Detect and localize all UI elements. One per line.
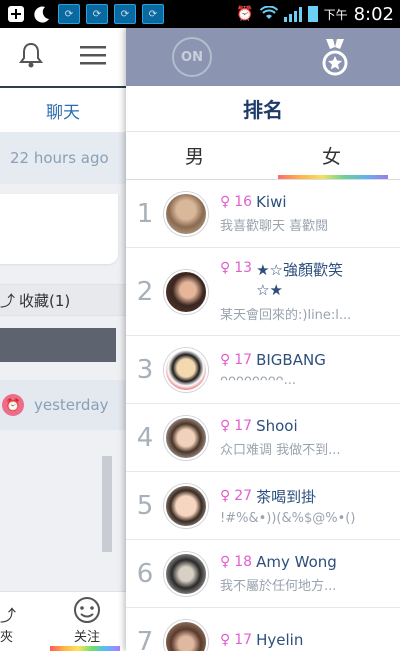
bell-icon[interactable] bbox=[18, 41, 44, 73]
ranking-row[interactable]: 4 ♀ 17 Shooi 众口难调 我做不到... bbox=[126, 404, 400, 472]
ranking-row[interactable]: 1 ♀ 16 Kiwi 我喜歡聊天 喜歡閱 bbox=[126, 180, 400, 248]
rank-number: 3 bbox=[136, 354, 154, 385]
avatar[interactable] bbox=[164, 483, 208, 528]
favorite-button[interactable]: ⤴ 收藏(1) bbox=[0, 284, 126, 316]
chat-message-bubble[interactable] bbox=[0, 194, 118, 264]
scrollbar[interactable] bbox=[102, 456, 112, 552]
share-icon: ⤴ bbox=[0, 606, 17, 625]
ranking-row[interactable]: 2 ♀ 13 ★☆強顏歡笑☆★ 某天會回來的:)line:l... bbox=[126, 248, 400, 336]
favorite-label: 收藏(1) bbox=[19, 291, 71, 310]
age: 16 bbox=[234, 194, 253, 210]
rank-number: 6 bbox=[136, 558, 154, 589]
female-icon: ♀ bbox=[220, 631, 231, 648]
battery-icon bbox=[307, 6, 318, 22]
age: 27 bbox=[234, 488, 253, 504]
alarm-icon: ⏰ bbox=[2, 394, 24, 416]
age: 17 bbox=[234, 352, 253, 368]
ranking-row[interactable]: 5 ♀ 27 茶喝到掛 !#%&•))(&%$@%•() bbox=[126, 472, 400, 540]
smiley-icon bbox=[74, 597, 100, 623]
follow-label: 关注 bbox=[73, 630, 100, 645]
active-tab-indicator bbox=[50, 646, 120, 651]
ranking-row[interactable]: 3 ♀ 17 BIGBANG ᴖᴖᴖᴖᴖᴖᴖᴖ... bbox=[126, 336, 400, 404]
female-icon: ♀ bbox=[220, 260, 231, 276]
gender-tabs: 男 女 bbox=[126, 132, 400, 180]
alarm-clock-icon: ⏰ bbox=[236, 6, 254, 22]
username: Shooi bbox=[256, 417, 298, 435]
avatar[interactable] bbox=[164, 269, 208, 314]
rank-number: 5 bbox=[136, 490, 154, 521]
page-title: 排名 bbox=[126, 86, 400, 132]
rank-number: 7 bbox=[136, 626, 154, 651]
chat-item[interactable]: ⏰ yesterday bbox=[0, 380, 126, 430]
status-message: 众口难调 我做不到... bbox=[220, 443, 341, 458]
panel-header: ON bbox=[126, 28, 400, 86]
notification-icon: ⟳ bbox=[142, 4, 164, 24]
avatar[interactable] bbox=[164, 551, 208, 596]
age: 13 bbox=[234, 260, 253, 276]
bottom-tab-follow[interactable]: 关注 bbox=[62, 596, 112, 645]
bottom-nav: ⤴ 夾 关注 bbox=[0, 591, 126, 651]
username: 茶喝到掛 bbox=[256, 487, 317, 506]
bottom-tab-1-label: 夾 bbox=[0, 630, 14, 645]
age: 18 bbox=[234, 554, 253, 570]
username: Amy Wong bbox=[256, 553, 337, 571]
clock: 8:02 bbox=[353, 3, 394, 25]
moon-icon bbox=[32, 4, 52, 24]
age: 17 bbox=[234, 418, 253, 434]
female-icon: ♀ bbox=[220, 554, 231, 570]
add-icon bbox=[6, 4, 26, 24]
username: Kiwi bbox=[256, 193, 287, 211]
notification-icon: ⟳ bbox=[114, 4, 136, 24]
status-message: 我不屬於任何地方... bbox=[220, 579, 337, 594]
share-icon: ⤴ bbox=[0, 291, 16, 310]
tab-female[interactable]: 女 bbox=[263, 132, 400, 179]
wifi-icon bbox=[259, 5, 278, 24]
active-tab-indicator bbox=[278, 175, 388, 179]
username: Hyelin bbox=[256, 630, 304, 649]
status-message: !#%&•))(&%$@%•() bbox=[220, 510, 356, 526]
status-bar: ⟳ ⟳ ⟳ ⟳ ⏰ 下午 8:02 bbox=[0, 0, 400, 28]
username: BIGBANG bbox=[256, 351, 326, 369]
female-icon: ♀ bbox=[220, 418, 231, 434]
username: ★☆強顏歡笑☆★ bbox=[256, 261, 343, 299]
ranking-row[interactable]: 6 ♀ 18 Amy Wong 我不屬於任何地方... bbox=[126, 540, 400, 608]
medal-icon[interactable] bbox=[318, 37, 352, 77]
avatar[interactable] bbox=[164, 191, 208, 236]
chat-timestamp: yesterday bbox=[34, 396, 109, 414]
ranking-row[interactable]: 7 ♀ 17 Hyelin bbox=[126, 608, 400, 651]
rank-number: 2 bbox=[136, 276, 154, 307]
rank-number: 1 bbox=[136, 198, 154, 229]
notification-icon: ⟳ bbox=[86, 4, 108, 24]
avatar[interactable] bbox=[164, 347, 208, 392]
status-message: ᴖᴖᴖᴖᴖᴖᴖᴖ... bbox=[220, 373, 297, 388]
time-period: 下午 bbox=[323, 7, 348, 22]
notification-icon: ⟳ bbox=[58, 4, 80, 24]
avatar[interactable] bbox=[164, 415, 208, 460]
status-message: 我喜歡聊天 喜歡閱 bbox=[220, 219, 329, 234]
tab-male[interactable]: 男 bbox=[126, 132, 263, 179]
female-icon: ♀ bbox=[220, 194, 231, 210]
online-toggle[interactable]: ON bbox=[172, 37, 212, 77]
age: 17 bbox=[234, 631, 253, 648]
status-message: 某天會回來的:)line:l... bbox=[220, 308, 352, 323]
tab-chat[interactable]: 聊天 bbox=[0, 86, 126, 132]
menu-icon[interactable] bbox=[80, 44, 108, 70]
rank-number: 4 bbox=[136, 422, 154, 453]
avatar[interactable] bbox=[164, 619, 208, 651]
action-bar[interactable] bbox=[0, 328, 116, 362]
signal-icon bbox=[283, 6, 302, 22]
bottom-tab-1[interactable]: ⤴ 夾 bbox=[0, 602, 16, 645]
chat-list-panel: 聊天 22 hours ago ⤴ 收藏(1) ⏰ yesterday ⤴ 夾 … bbox=[0, 28, 126, 651]
ranking-panel: ON 排名 男 女 1 ♀ 16 Kiwi 我喜歡聊天 喜歡閱 2 ♀ 13 ★… bbox=[126, 28, 400, 651]
female-icon: ♀ bbox=[220, 488, 231, 504]
chat-timestamp: 22 hours ago bbox=[0, 132, 126, 184]
female-icon: ♀ bbox=[220, 352, 231, 368]
